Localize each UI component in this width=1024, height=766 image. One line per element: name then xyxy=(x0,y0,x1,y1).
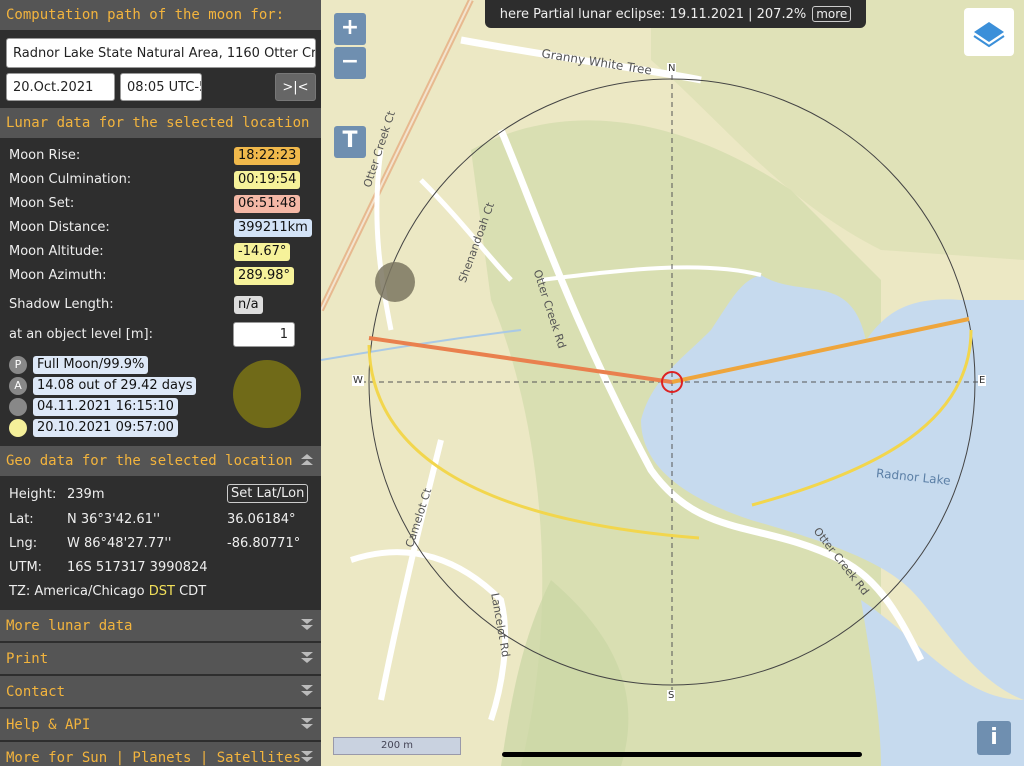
zoom-in-button[interactable]: + xyxy=(334,13,366,45)
sidebar: Computation path of the moon for: Radnor… xyxy=(0,0,321,766)
lunar-label: Moon Distance: xyxy=(9,220,110,235)
eclipse-info-text: here Partial lunar eclipse: 19.11.2021 |… xyxy=(499,6,807,22)
moon-phase-row: 04.11.2021 16:15:10 xyxy=(9,398,178,416)
lunar-label: Moon Set: xyxy=(9,196,75,211)
section-header-label: More lunar data xyxy=(6,617,133,634)
utm-value: 16S 517317 3990824 xyxy=(67,560,208,575)
time-input[interactable]: 08:05 UTC-5 xyxy=(120,73,202,101)
lunar-label: Moon Azimuth: xyxy=(9,268,107,283)
timezone-abbr: CDT xyxy=(179,584,207,599)
location-input[interactable]: Radnor Lake State Natural Area, 1160 Ott… xyxy=(6,38,316,68)
computation-header: Computation path of the moon for: xyxy=(0,0,321,30)
info-button[interactable]: i xyxy=(977,721,1011,755)
lunar-data-header[interactable]: Lunar data for the selected location xyxy=(0,108,321,138)
phase-marker-icon: A xyxy=(9,377,27,395)
lunar-data-header-label: Lunar data for the selected location xyxy=(6,115,310,131)
timezone: TZ: America/Chicago DST CDT xyxy=(9,584,206,599)
scale-bar: 200 m xyxy=(333,737,461,755)
shadow-length-label: Shadow Length: xyxy=(9,297,114,312)
t-button[interactable]: T xyxy=(334,126,366,158)
map-canvas xyxy=(321,0,1024,766)
height-value: 239m xyxy=(67,487,105,502)
section-header-label: Print xyxy=(6,650,49,667)
lunar-label: Moon Altitude: xyxy=(9,244,104,259)
section-header[interactable]: Contact xyxy=(0,676,321,707)
phase-marker-icon xyxy=(9,419,27,437)
lng-label: Lng: xyxy=(9,536,38,551)
object-level-label: at an object level [m]: xyxy=(9,327,153,342)
lunar-value: 399211km xyxy=(234,219,312,237)
expand-icon xyxy=(301,618,313,633)
home-indicator xyxy=(502,752,862,757)
section-header-label: Contact xyxy=(6,683,66,700)
section-header-label: More for Sun | Planets | Satellites xyxy=(6,749,302,766)
moon-phase-icon xyxy=(233,360,301,428)
compass-west: W xyxy=(352,375,364,386)
lunar-value: 00:19:54 xyxy=(234,171,301,189)
center-map-button[interactable]: >|< xyxy=(275,73,316,101)
expand-icon xyxy=(301,750,313,765)
layers-button[interactable] xyxy=(964,8,1014,56)
section-header[interactable]: Print xyxy=(0,643,321,674)
layers-icon xyxy=(973,22,1005,48)
object-level-input[interactable]: 1 xyxy=(233,322,295,347)
phase-marker-icon: P xyxy=(9,356,27,374)
set-lat-lon-button[interactable]: Set Lat/Lon xyxy=(227,484,309,503)
section-header[interactable]: Help & API xyxy=(0,709,321,740)
lunar-label: Moon Culmination: xyxy=(9,172,132,187)
lat-dms: N 36°3'42.61'' xyxy=(67,512,161,527)
compass-south: S xyxy=(667,690,676,701)
more-button[interactable]: more xyxy=(812,6,852,22)
section-header[interactable]: More lunar data xyxy=(0,610,321,641)
lat-decimal: 36.06184° xyxy=(227,512,296,527)
moon-phase-row: P Full Moon/99.9% xyxy=(9,356,149,374)
moon-phase-row: 20.10.2021 09:57:00 xyxy=(9,419,178,437)
collapse-icon xyxy=(301,454,313,468)
height-label: Height: xyxy=(9,487,57,502)
lunar-value: 18:22:23 xyxy=(234,147,301,165)
zoom-out-button[interactable]: − xyxy=(334,47,366,79)
lunar-label: Moon Rise: xyxy=(9,148,81,163)
moon-phase-row: A 14.08 out of 29.42 days xyxy=(9,377,197,395)
lng-dms: W 86°48'27.77'' xyxy=(67,536,172,551)
lunar-value: -14.67° xyxy=(234,243,291,261)
utm-label: UTM: xyxy=(9,560,43,575)
lng-decimal: -86.80771° xyxy=(227,536,301,551)
date-input[interactable]: 20.Oct.2021 xyxy=(6,73,115,101)
lat-label: Lat: xyxy=(9,512,34,527)
lunar-value: 06:51:48 xyxy=(234,195,301,213)
expand-icon xyxy=(301,717,313,732)
section-header-label: Help & API xyxy=(6,716,91,733)
section-header[interactable]: More for Sun | Planets | Satellites xyxy=(0,742,321,766)
phase-marker-icon xyxy=(9,398,27,416)
dst-flag: DST xyxy=(148,584,175,599)
geo-data-header-label: Geo data for the selected location xyxy=(6,453,293,469)
moon-phase-value: 04.11.2021 16:15:10 xyxy=(33,398,178,416)
expand-icon xyxy=(301,651,313,666)
lunar-value: 289.98° xyxy=(234,267,294,285)
moon-phase-value: 14.08 out of 29.42 days xyxy=(33,377,197,395)
expand-icon xyxy=(301,684,313,699)
eclipse-info-bar: here Partial lunar eclipse: 19.11.2021 |… xyxy=(485,0,866,28)
compass-north: N xyxy=(667,63,677,74)
compass-east: E xyxy=(978,375,987,386)
moon-phase-value: 20.10.2021 09:57:00 xyxy=(33,419,178,437)
moon-phase-value: Full Moon/99.9% xyxy=(33,356,149,374)
map[interactable]: N S W E Granny White Tree Otter Creek Ct… xyxy=(321,0,1024,766)
geo-data-header[interactable]: Geo data for the selected location xyxy=(0,446,321,476)
shadow-length-value: n/a xyxy=(234,296,263,314)
timezone-name: TZ: America/Chicago xyxy=(9,584,145,599)
